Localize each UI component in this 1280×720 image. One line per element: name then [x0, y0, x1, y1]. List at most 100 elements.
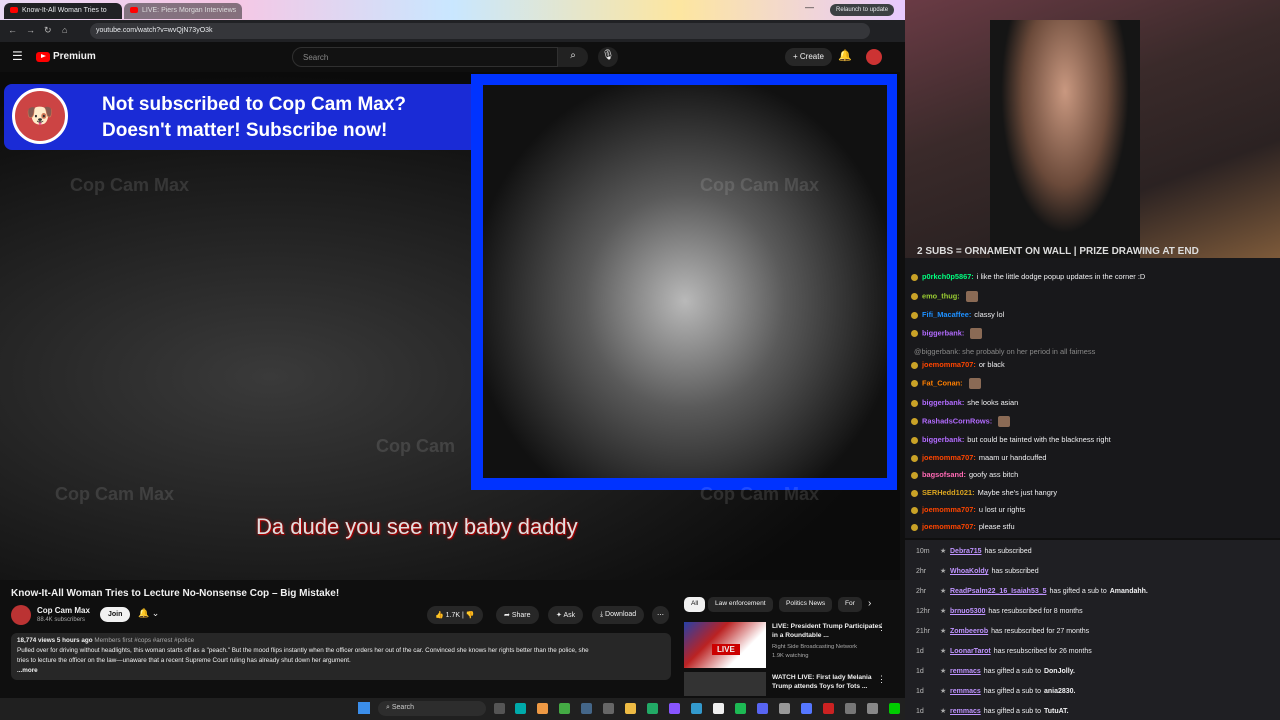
event-recipient[interactable]: DonJolly.: [1044, 668, 1075, 675]
event-username[interactable]: LoonarTarot: [950, 648, 991, 655]
event-text: has resubscribed for 8 months: [988, 608, 1083, 615]
more-actions-icon[interactable]: ⋯: [652, 606, 669, 624]
task-view-icon[interactable]: [494, 703, 505, 714]
chrome-icon[interactable]: [559, 703, 570, 714]
chat-username[interactable]: p0rkch0p5867:: [922, 272, 974, 281]
download-button[interactable]: ⤓ Download: [592, 606, 645, 624]
search-input[interactable]: Search: [292, 47, 558, 67]
event-recipient[interactable]: ania2830.: [1044, 688, 1076, 695]
back-icon[interactable]: ←: [8, 25, 17, 35]
app-icon[interactable]: [647, 703, 658, 714]
discord-icon[interactable]: [757, 703, 768, 714]
event-recipient[interactable]: TutuAT.: [1044, 708, 1069, 715]
chat-username[interactable]: RashadsCornRows:: [922, 416, 992, 425]
event-text: has gifted a sub to: [983, 668, 1041, 675]
chat-username[interactable]: joemomma707:: [922, 360, 976, 369]
star-icon: ★: [940, 568, 947, 575]
search-icon[interactable]: ⌕: [558, 47, 588, 67]
rec-title[interactable]: LIVE: President Trump Participates in a …: [772, 622, 882, 640]
event-text: has gifted a sub to: [983, 708, 1041, 715]
url-field[interactable]: youtube.com/watch?v=wvQjN73yO3k: [90, 23, 870, 39]
join-button[interactable]: Join: [100, 607, 131, 622]
banner-line: Doesn't matter! Subscribe now!: [102, 120, 388, 141]
spotify-icon[interactable]: [735, 703, 746, 714]
more-vert-icon[interactable]: ⋮: [877, 674, 886, 685]
event-username[interactable]: ReadPsalm22_16_Isaiah53_5: [950, 588, 1047, 595]
inset-video-image: [483, 85, 887, 478]
chip-law-enforcement[interactable]: Law enforcement: [708, 597, 773, 612]
chat-username[interactable]: biggerbank:: [922, 328, 964, 337]
event-username[interactable]: remmacs: [950, 708, 981, 715]
rec-title[interactable]: WATCH LIVE: First lady Melania Trump att…: [772, 673, 882, 691]
subscribed-bell-icon[interactable]: 🔔 ⌄: [138, 608, 159, 619]
star-icon: ★: [940, 548, 947, 555]
youtube-logo[interactable]: Premium: [36, 51, 96, 62]
app-icon[interactable]: [867, 703, 878, 714]
chip-politics-news[interactable]: Politics News: [779, 597, 833, 612]
create-button[interactable]: + Create: [785, 48, 832, 66]
ask-button[interactable]: ✦ Ask: [548, 606, 584, 624]
chevron-right-icon[interactable]: ›: [868, 598, 871, 609]
tab-active[interactable]: Know-It-All Woman Tries to: [4, 3, 122, 19]
forward-icon[interactable]: →: [26, 25, 35, 35]
windows-start-icon[interactable]: [358, 702, 370, 714]
chat-badge-icon: [911, 471, 918, 479]
channel-name[interactable]: Cop Cam Max: [37, 606, 90, 615]
chat-username[interactable]: emo_thug:: [922, 291, 960, 300]
event-username[interactable]: remmacs: [950, 668, 981, 675]
description-box[interactable]: 18,774 views 5 hours ago Members first #…: [11, 633, 671, 680]
taskbar-search[interactable]: ⌕ Search: [378, 701, 486, 716]
chat-username[interactable]: Fifi_Macaffee:: [922, 310, 971, 319]
event-username[interactable]: WhoaKoldy: [950, 568, 989, 575]
chat-username[interactable]: joemomma707:: [922, 522, 976, 531]
menu-icon[interactable]: ☰: [12, 49, 23, 63]
microphone-icon[interactable]: 🎙: [598, 47, 618, 67]
taskbar-search-label: Search: [391, 704, 415, 711]
relaunch-button[interactable]: Relaunch to update: [830, 4, 895, 16]
app-icon[interactable]: [845, 703, 856, 714]
event-username[interactable]: brnuo5300: [950, 608, 985, 615]
chrome-icon[interactable]: [537, 703, 548, 714]
event-username[interactable]: Debra715: [950, 548, 982, 555]
folder-icon[interactable]: [625, 703, 636, 714]
event-time: 2hr: [916, 568, 927, 575]
app-icon[interactable]: [581, 703, 592, 714]
chip-all[interactable]: All: [684, 597, 706, 612]
chat-username[interactable]: biggerbank:: [922, 398, 964, 407]
notifications-bell-icon[interactable]: 🔔: [838, 49, 852, 62]
more-vert-icon[interactable]: ⋮: [877, 622, 886, 633]
event-row: 1d ★ remmacs has gifted a sub to TutuAT.: [910, 707, 1069, 715]
channel-avatar[interactable]: [11, 605, 31, 625]
app-icon[interactable]: [603, 703, 614, 714]
app-icon[interactable]: [713, 703, 724, 714]
reload-icon[interactable]: ↻: [44, 25, 52, 36]
chat-username[interactable]: bagsofsand:: [922, 470, 966, 479]
app-icon[interactable]: [823, 703, 834, 714]
tab-inactive[interactable]: LIVE: Piers Morgan Interviews: [124, 3, 242, 19]
share-button[interactable]: ➦ Share: [496, 606, 539, 624]
event-recipient[interactable]: Amandahh.: [1110, 588, 1148, 595]
like-button[interactable]: 👍 1.7K | 👎: [427, 606, 483, 624]
app-icon[interactable]: [669, 703, 680, 714]
chat-username[interactable]: joemomma707:: [922, 505, 976, 514]
account-avatar[interactable]: [866, 49, 882, 65]
star-icon: ★: [940, 668, 947, 675]
chat-username[interactable]: Fat_Conan:: [922, 378, 963, 387]
dislike-icon[interactable]: | 👎: [462, 612, 474, 619]
app-icon[interactable]: [889, 703, 900, 714]
event-username[interactable]: Zombeerob: [950, 628, 988, 635]
chip-for-you[interactable]: For: [838, 597, 862, 612]
app-icon[interactable]: [801, 703, 812, 714]
edge-icon[interactable]: [515, 703, 526, 714]
chat-username[interactable]: biggerbank:: [922, 435, 964, 444]
event-username[interactable]: remmacs: [950, 688, 981, 695]
event-time: 12hr: [916, 608, 931, 615]
rec-thumbnail[interactable]: [684, 672, 766, 696]
home-icon[interactable]: ⌂: [62, 25, 67, 35]
app-icon[interactable]: [779, 703, 790, 714]
chat-username[interactable]: SERHedd1021:: [922, 488, 975, 497]
more-link[interactable]: ...more: [17, 666, 665, 676]
chat-username[interactable]: joemomma707:: [922, 453, 976, 462]
app-icon[interactable]: [691, 703, 702, 714]
chat-message: bagsofsand: goofy ass bitch: [911, 470, 1018, 479]
